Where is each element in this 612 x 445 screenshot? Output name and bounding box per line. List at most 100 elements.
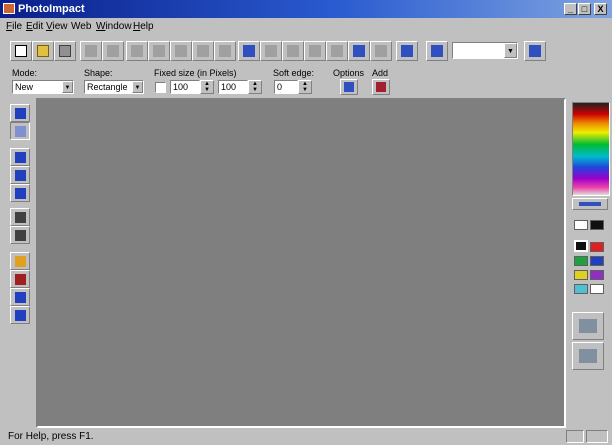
- zoom-tool-icon: [15, 230, 26, 241]
- transform-tool[interactable]: [10, 166, 30, 184]
- width-field[interactable]: 100: [170, 80, 200, 94]
- retouch-tool-icon: [15, 292, 26, 303]
- width-spinner[interactable]: ▲ ▼: [200, 80, 214, 94]
- crop-button[interactable]: [304, 41, 326, 61]
- color-swatch[interactable]: [590, 256, 604, 266]
- flip-button[interactable]: [260, 41, 282, 61]
- line-tool[interactable]: [10, 208, 30, 226]
- resize-button[interactable]: [282, 41, 304, 61]
- close-button[interactable]: X: [594, 3, 607, 15]
- pick-tool-icon: [15, 108, 26, 119]
- menu-help[interactable]: Help: [133, 21, 154, 32]
- undo-icon: [197, 45, 209, 57]
- photo-icon: [375, 45, 387, 57]
- color-swatch[interactable]: [590, 242, 604, 252]
- swap-colors-button[interactable]: [572, 198, 608, 210]
- chevron-down-icon[interactable]: ▼: [62, 81, 73, 93]
- cut-icon: [131, 45, 143, 57]
- resize-grip[interactable]: [586, 430, 608, 443]
- attribute-toolbar: Mode: New ▼ Shape: Rectangle ▼ Fixed siz…: [0, 66, 612, 98]
- gallery-icon: [431, 45, 443, 57]
- layer-manager-button[interactable]: [572, 342, 604, 370]
- color-swatch[interactable]: [574, 270, 588, 280]
- add-label: Add: [372, 68, 389, 78]
- easy-palette-button[interactable]: [572, 312, 604, 340]
- foreground-color[interactable]: [574, 240, 588, 252]
- selection-tool[interactable]: [10, 122, 30, 140]
- context-help-button[interactable]: [524, 41, 546, 61]
- text-tool[interactable]: [10, 148, 30, 166]
- flip-icon: [265, 45, 277, 57]
- maximize-button[interactable]: □: [578, 3, 591, 15]
- copy-button[interactable]: [148, 41, 170, 61]
- new-button[interactable]: [10, 41, 32, 61]
- crop-tool[interactable]: [10, 184, 30, 202]
- minimize-button[interactable]: _: [564, 3, 577, 15]
- color-swatch[interactable]: [574, 220, 588, 230]
- menu-web[interactable]: Web: [71, 21, 91, 32]
- save-button[interactable]: [54, 41, 76, 61]
- zoom-tool[interactable]: [10, 226, 30, 244]
- color-swatch[interactable]: [574, 256, 588, 266]
- app-icon[interactable]: [3, 3, 15, 14]
- crop-icon: [309, 45, 321, 57]
- menu-window[interactable]: Window: [96, 21, 132, 32]
- menu-edit[interactable]: Edit: [26, 21, 43, 32]
- fill-tool[interactable]: [10, 252, 30, 270]
- menu-view[interactable]: View: [46, 21, 68, 32]
- options-button[interactable]: [340, 79, 358, 95]
- soft-edge-field[interactable]: 0: [274, 80, 298, 94]
- workspace[interactable]: [36, 98, 566, 428]
- menu-file[interactable]: File: [6, 21, 22, 32]
- photo-button[interactable]: [370, 41, 392, 61]
- color-swatch[interactable]: [590, 270, 604, 280]
- transform-tool-icon: [15, 170, 26, 181]
- print-button[interactable]: [80, 41, 102, 61]
- soft-edge-spinner[interactable]: ▲ ▼: [298, 80, 312, 94]
- camera-button[interactable]: [396, 41, 418, 61]
- soft-edge-label: Soft edge:: [273, 68, 315, 78]
- fill-tool-icon: [15, 256, 26, 267]
- chevron-down-icon[interactable]: ▼: [132, 81, 143, 93]
- open-button[interactable]: [32, 41, 54, 61]
- color-swatch[interactable]: [574, 284, 588, 294]
- cut-button[interactable]: [126, 41, 148, 61]
- swap-arrows-icon: [579, 202, 601, 206]
- gallery-button[interactable]: [426, 41, 448, 61]
- add-button[interactable]: [372, 79, 390, 95]
- color-swatch[interactable]: [590, 220, 604, 230]
- rotate-button[interactable]: [238, 41, 260, 61]
- undo-button[interactable]: [192, 41, 214, 61]
- toolbar-combo[interactable]: ▼: [452, 42, 518, 59]
- print-icon: [85, 45, 97, 57]
- tool-panel: [8, 102, 34, 324]
- rotate-icon: [243, 45, 255, 57]
- paint-tool[interactable]: [10, 270, 30, 288]
- color-swatch[interactable]: [590, 284, 604, 294]
- mask-icon: [331, 45, 343, 57]
- redo-button[interactable]: [214, 41, 236, 61]
- mask-button[interactable]: [326, 41, 348, 61]
- fixed-size-checkbox[interactable]: [155, 82, 166, 93]
- main-toolbar: ▼: [0, 37, 612, 67]
- effects-button[interactable]: [348, 41, 370, 61]
- pick-tool[interactable]: [10, 104, 30, 122]
- copy-icon: [153, 45, 165, 57]
- retouch-tool[interactable]: [10, 288, 30, 306]
- chevron-down-icon[interactable]: ▼: [504, 43, 517, 58]
- height-field[interactable]: 100: [218, 80, 248, 94]
- print-preview-button[interactable]: [102, 41, 124, 61]
- status-bar: For Help, press F1.: [0, 428, 612, 445]
- mode-select[interactable]: New ▼: [12, 80, 74, 94]
- height-spinner[interactable]: ▲ ▼: [248, 80, 262, 94]
- effects-icon: [353, 45, 365, 57]
- palette-icon: [579, 319, 597, 333]
- shape-select[interactable]: Rectangle ▼: [84, 80, 144, 94]
- window-title: PhotoImpact: [18, 3, 85, 15]
- layers-icon: [579, 349, 597, 363]
- stamp-tool-icon: [15, 310, 26, 321]
- color-spectrum[interactable]: [572, 102, 610, 196]
- stamp-tool[interactable]: [10, 306, 30, 324]
- paste-button[interactable]: [170, 41, 192, 61]
- line-tool-icon: [15, 212, 26, 223]
